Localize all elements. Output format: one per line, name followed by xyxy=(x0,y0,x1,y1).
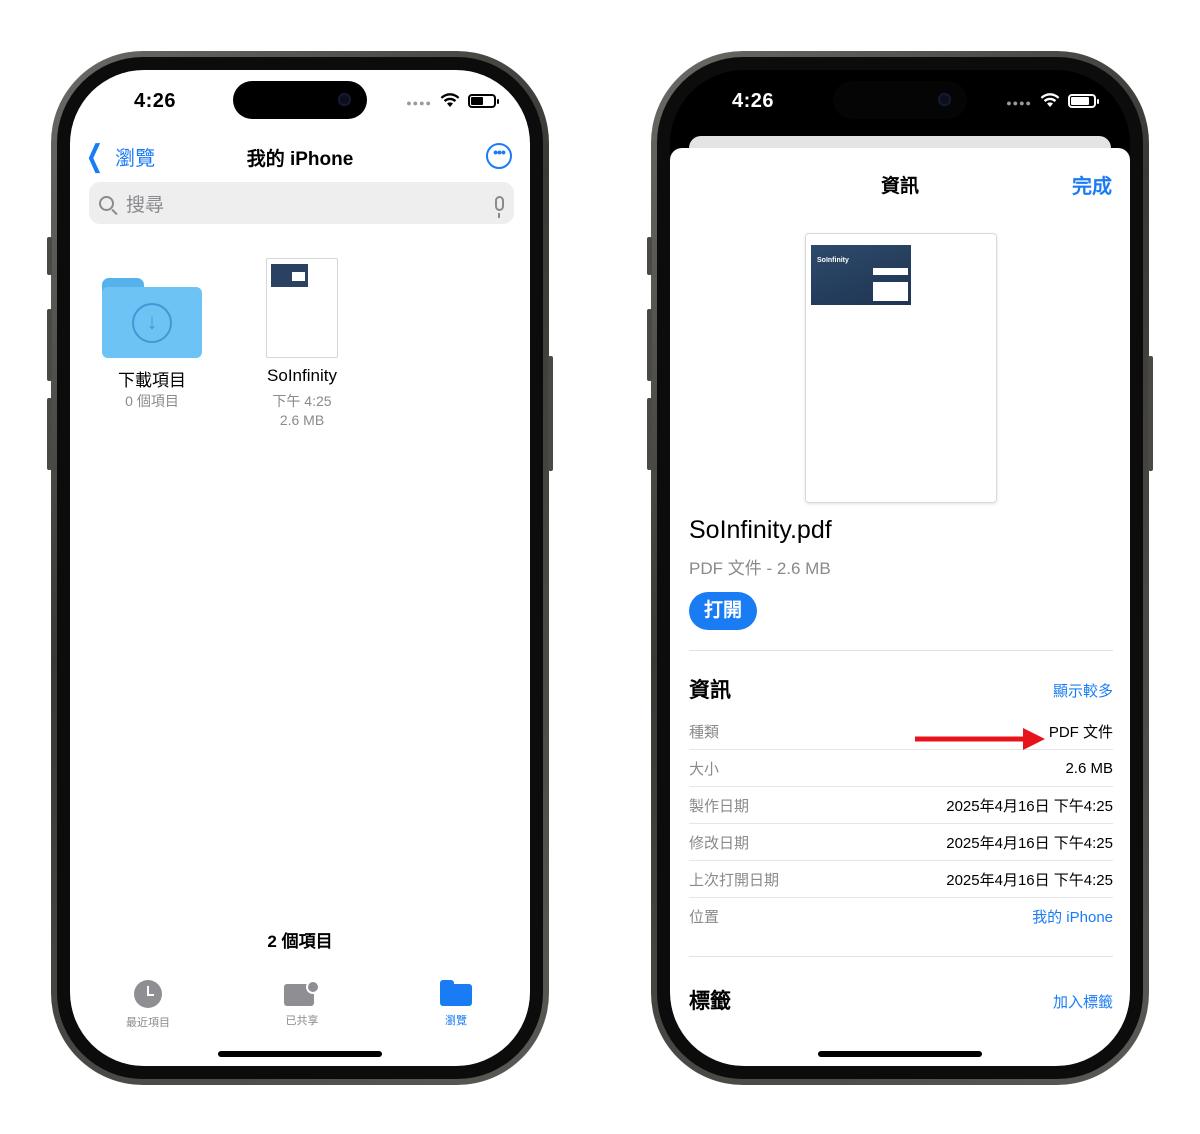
done-button[interactable]: 完成 xyxy=(1072,170,1112,199)
info-section-title: 資訊 xyxy=(689,679,731,702)
file-name[interactable]: SoInfinity xyxy=(232,366,372,386)
info-key: 位置 xyxy=(689,909,720,926)
volume-up-button xyxy=(647,309,652,381)
show-more-button[interactable]: 顯示較多 xyxy=(1053,680,1113,701)
info-sheet: 資訊 完成 SoInfinity SoInfinity.pdf PDF 文件 -… xyxy=(670,148,1130,1066)
file-name: SoInfinity.pdf xyxy=(689,516,832,544)
battery-icon xyxy=(1068,93,1099,108)
add-tag-button[interactable]: 加入標籤 xyxy=(1053,991,1113,1012)
downloads-folder-icon[interactable]: ↓ xyxy=(102,278,202,358)
info-row-size: 大小 2.6 MB xyxy=(689,750,1113,787)
info-key: 大小 xyxy=(689,760,720,778)
info-key: 種類 xyxy=(689,723,720,741)
page-title: 我的 iPhone xyxy=(246,149,354,170)
search-input[interactable]: 搜尋 xyxy=(89,182,514,224)
dynamic-island xyxy=(833,81,967,119)
folder-name[interactable]: 下載項目 xyxy=(82,366,222,391)
info-value: 2025年4月16日 下午4:25 xyxy=(946,797,1113,815)
red-arrow-annotation xyxy=(915,728,1045,750)
info-row-location: 位置 我的 iPhone xyxy=(689,898,1113,935)
file-time: 下午 4:25 xyxy=(272,393,332,409)
home-indicator xyxy=(818,1051,982,1057)
info-key: 製作日期 xyxy=(689,797,750,815)
file-meta: PDF 文件 - 2.6 MB xyxy=(689,559,831,578)
file-size: 2.6 MB xyxy=(279,412,325,428)
tab-shared[interactable]: 已共享 xyxy=(252,980,352,1028)
status-icons: ●●●● xyxy=(406,93,499,108)
preview-logo: SoInfinity xyxy=(817,257,849,264)
clock-icon xyxy=(134,980,162,1008)
divider xyxy=(689,650,1113,651)
info-value: 2025年4月16日 下午4:25 xyxy=(946,871,1113,889)
open-button[interactable]: 打開 xyxy=(689,592,757,630)
ellipsis-circle-icon[interactable]: ••• xyxy=(486,143,512,169)
power-button xyxy=(1148,356,1153,471)
download-arrow-icon: ↓ xyxy=(132,303,172,343)
wifi-icon xyxy=(1040,93,1060,107)
wifi-icon xyxy=(440,93,460,107)
right-screen: 4:26 ●●●● 資訊 完成 SoInfinity SoInfinity.pd… xyxy=(670,70,1130,1066)
tab-browse[interactable]: 瀏覽 xyxy=(406,980,506,1028)
status-time: 4:26 xyxy=(732,90,775,112)
volume-down-button xyxy=(647,398,652,470)
search-placeholder: 搜尋 xyxy=(126,194,165,216)
info-value: 2.6 MB xyxy=(1065,759,1113,777)
tab-recents[interactable]: 最近項目 xyxy=(98,980,198,1030)
search-icon xyxy=(99,195,114,211)
action-button xyxy=(647,237,652,275)
folder-item-count: 0 個項目 xyxy=(125,393,179,409)
action-button xyxy=(47,237,52,275)
info-key: 修改日期 xyxy=(689,834,750,852)
microphone-icon[interactable] xyxy=(495,195,504,218)
preview-cover: SoInfinity xyxy=(811,245,911,305)
info-value: 2025年4月16日 下午4:25 xyxy=(946,834,1113,852)
left-phone: 4:26 ●●●● ❮ 瀏覽 我的 iPhone ••• 搜尋 ↓ 下載項目 0… xyxy=(47,51,553,1085)
sheet-title: 資訊 xyxy=(880,176,919,197)
info-row-kind: 種類 PDF 文件 xyxy=(689,713,1113,750)
battery-icon xyxy=(468,93,499,108)
pdf-thumbnail[interactable] xyxy=(266,258,338,358)
volume-down-button xyxy=(47,398,52,470)
dynamic-island xyxy=(233,81,367,119)
item-count: 2 個項目 xyxy=(267,932,333,951)
right-phone: 4:26 ●●●● 資訊 完成 SoInfinity SoInfinity.pd… xyxy=(647,51,1153,1085)
tab-label: 已共享 xyxy=(285,1015,319,1027)
signal-icon: ●●●● xyxy=(1006,97,1032,108)
pdf-preview[interactable]: SoInfinity xyxy=(805,233,997,503)
power-button xyxy=(548,356,553,471)
volume-up-button xyxy=(47,309,52,381)
tags-section-title: 標籤 xyxy=(689,990,731,1013)
home-indicator xyxy=(218,1051,382,1057)
divider xyxy=(689,956,1113,957)
status-icons: ●●●● xyxy=(1006,93,1099,108)
info-row-last-opened: 上次打開日期 2025年4月16日 下午4:25 xyxy=(689,861,1113,898)
shared-folder-icon xyxy=(284,980,320,1006)
tab-label: 瀏覽 xyxy=(445,1015,467,1027)
status-time: 4:26 xyxy=(134,90,177,112)
info-key: 上次打開日期 xyxy=(689,871,780,889)
left-screen: 4:26 ●●●● ❮ 瀏覽 我的 iPhone ••• 搜尋 ↓ 下載項目 0… xyxy=(70,70,530,1066)
info-row-created: 製作日期 2025年4月16日 下午4:25 xyxy=(689,787,1113,824)
location-link[interactable]: 我的 iPhone xyxy=(1032,906,1113,927)
folder-icon xyxy=(440,980,472,1006)
tab-label: 最近項目 xyxy=(126,1017,170,1029)
info-row-modified: 修改日期 2025年4月16日 下午4:25 xyxy=(689,824,1113,861)
info-value: PDF 文件 xyxy=(1048,723,1113,741)
signal-icon: ●●●● xyxy=(406,97,432,108)
